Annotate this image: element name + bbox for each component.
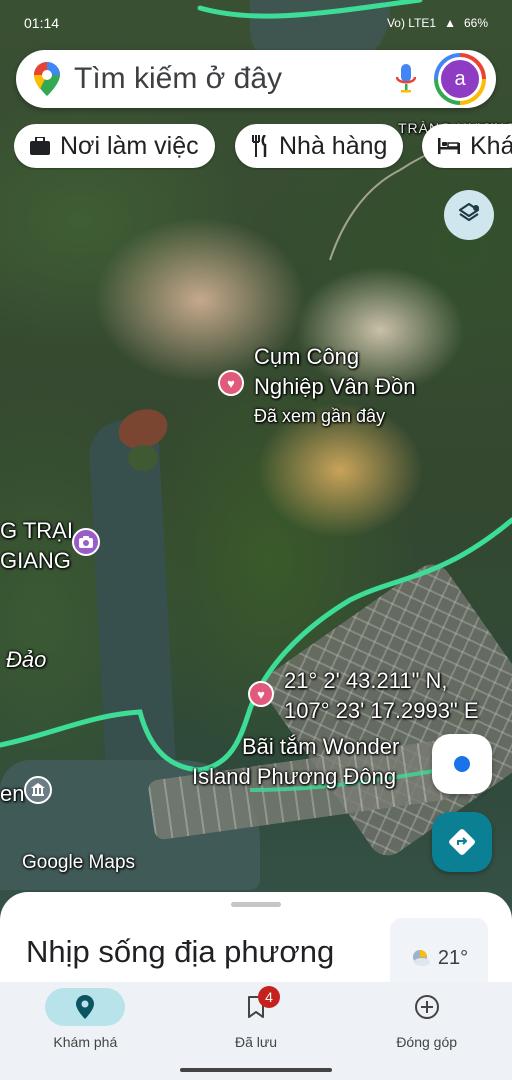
weather-temperature: 21° <box>437 946 469 969</box>
saved-place-pin[interactable]: ♥ <box>218 370 244 396</box>
photo-spot-pin[interactable] <box>72 528 100 556</box>
chip-label: Nhà hàng <box>279 131 388 160</box>
status-time: 01:14 <box>24 15 60 31</box>
briefcase-icon <box>30 137 50 155</box>
map-label-place[interactable]: G TRẠI <box>0 517 73 545</box>
gesture-area <box>0 1060 512 1080</box>
nav-contribute[interactable]: Đóng góp <box>341 982 512 1060</box>
landmark-pin[interactable] <box>24 776 52 804</box>
location-pin-icon <box>76 995 95 1019</box>
dropped-pin[interactable]: ♥ <box>248 681 274 707</box>
mic-icon[interactable] <box>396 64 416 94</box>
nav-label: Đã lưu <box>234 1034 278 1050</box>
status-icons: Vo) LTE1 ▲ 66% <box>387 16 488 30</box>
chip-label: Khá <box>470 131 512 160</box>
my-location-button[interactable] <box>432 734 492 794</box>
map-label-place[interactable]: Cụm Công <box>254 343 359 371</box>
map-label-partial[interactable]: en <box>0 780 24 808</box>
chip-hotels[interactable]: Khá <box>422 124 512 168</box>
pin-coordinates: 21° 2' 43.211" N, <box>284 668 448 693</box>
chip-work[interactable]: Nơi làm việc <box>14 124 215 168</box>
nav-label: Khám phá <box>53 1034 118 1050</box>
location-dot-icon <box>454 756 470 772</box>
nav-saved[interactable]: 4 Đã lưu <box>171 982 342 1060</box>
sheet-title: Nhịp sống địa phương <box>26 934 335 969</box>
map-label-island: Đảo <box>6 647 47 672</box>
saved-count-badge: 4 <box>258 986 280 1008</box>
home-gesture-bar[interactable] <box>180 1068 332 1072</box>
map-label-place[interactable]: GIANG <box>0 547 71 575</box>
nav-icon-holder <box>387 988 467 1026</box>
pin-coordinates: 107° 23' 17.2993" E <box>284 698 479 723</box>
directions-icon <box>449 829 475 855</box>
map-label-place[interactable]: Nghiệp Vân Đồn <box>254 373 415 401</box>
bed-icon <box>438 138 460 154</box>
nav-active-indicator <box>45 988 126 1026</box>
heart-icon: ♥ <box>227 375 235 391</box>
status-bar: 01:14 Vo) LTE1 ▲ 66% <box>0 0 512 46</box>
map-label-place[interactable]: Island Phương Đông <box>192 763 396 791</box>
account-avatar-button[interactable]: a <box>434 53 486 105</box>
camera-icon <box>79 536 93 548</box>
map-label-place[interactable]: Bãi tắm Wonder <box>242 733 399 761</box>
nav-explore[interactable]: Khám phá <box>0 982 171 1060</box>
category-chips: Nơi làm việc Nhà hàng Khá <box>14 124 512 170</box>
signal-icon: ▲ <box>444 16 456 30</box>
fork-knife-icon <box>252 135 267 157</box>
map-label-sublabel: Đã xem gần đây <box>254 406 386 426</box>
avatar: a <box>438 57 482 101</box>
nav-label: Đóng góp <box>396 1034 458 1050</box>
google-maps-attribution: Google Maps <box>22 852 136 873</box>
chip-label: Nơi làm việc <box>60 131 199 160</box>
bottom-navigation: Khám phá 4 Đã lưu Đóng góp <box>0 982 512 1060</box>
plus-circle-icon <box>414 995 439 1019</box>
battery-level: 66% <box>463 16 488 30</box>
sheet-drag-handle[interactable] <box>231 902 281 907</box>
search-input[interactable]: Tìm kiếm ở đây <box>74 62 396 96</box>
heart-icon: ♥ <box>257 686 265 702</box>
landmark-icon <box>31 783 45 796</box>
layers-icon <box>458 202 480 222</box>
weather-icon <box>412 950 430 966</box>
chip-restaurants[interactable]: Nhà hàng <box>235 124 404 168</box>
maps-pin-icon <box>34 62 60 96</box>
search-bar[interactable]: Tìm kiếm ở đây a <box>16 50 496 108</box>
nav-icon-holder <box>216 988 296 1026</box>
network-indicator: Vo) LTE1 <box>386 16 437 30</box>
directions-button[interactable] <box>432 812 492 872</box>
layers-button[interactable] <box>444 190 494 240</box>
